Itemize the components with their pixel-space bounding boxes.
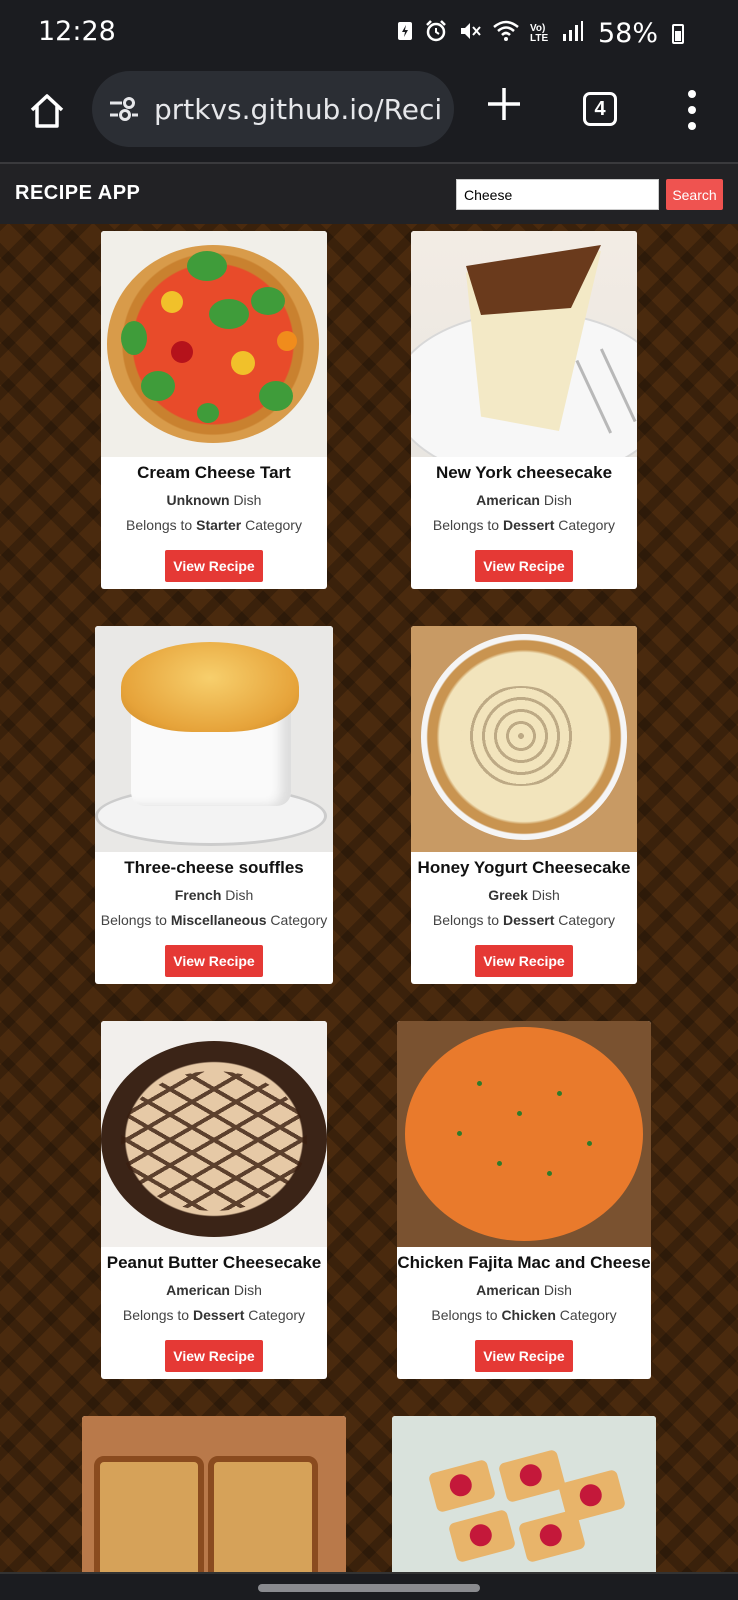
- recipe-card: Peanut Butter Cheesecake American Dish B…: [101, 1021, 327, 1379]
- recipe-area: Unknown Dish: [166, 492, 262, 508]
- recipe-area: French Dish: [174, 887, 254, 903]
- app-header: RECIPE APP Search: [0, 162, 738, 224]
- recipe-image[interactable]: [392, 1416, 656, 1572]
- recipe-title: New York cheesecake: [435, 463, 613, 482]
- recipe-image[interactable]: [411, 626, 637, 852]
- recipe-card: [392, 1416, 656, 1572]
- recipe-image[interactable]: [101, 231, 327, 457]
- recipe-image[interactable]: [411, 231, 637, 457]
- view-recipe-button[interactable]: View Recipe: [165, 945, 263, 977]
- recipe-card: Honey Yogurt Cheesecake Greek Dish Belon…: [411, 626, 637, 984]
- recipe-card: Three-cheese souffles French Dish Belong…: [95, 626, 333, 984]
- recipe-area: Greek Dish: [488, 887, 560, 903]
- status-icons: Vo) LTE 58%: [396, 18, 684, 49]
- recipe-image[interactable]: [82, 1416, 346, 1572]
- recipe-image[interactable]: [101, 1021, 327, 1247]
- recipe-card: [82, 1416, 346, 1572]
- recipe-title: Peanut Butter Cheesecake: [106, 1253, 322, 1272]
- menu-dot: [688, 90, 696, 98]
- recipe-title: Chicken Fajita Mac and Cheese: [397, 1253, 651, 1272]
- recipe-image[interactable]: [95, 626, 333, 852]
- recipe-title: Cream Cheese Tart: [137, 463, 291, 482]
- home-button[interactable]: [22, 86, 72, 136]
- browser-toolbar: prtkvs.github.io/Reci 4: [0, 66, 738, 162]
- view-recipe-button[interactable]: View Recipe: [475, 550, 573, 582]
- view-recipe-button[interactable]: View Recipe: [165, 1340, 263, 1372]
- recipe-title: Three-cheese souffles: [124, 858, 304, 877]
- alarm-icon: [424, 19, 448, 49]
- menu-dot: [688, 122, 696, 130]
- plus-icon: [488, 88, 520, 120]
- recipe-card: Cream Cheese Tart Unknown Dish Belongs t…: [101, 231, 327, 589]
- signal-icon: [562, 20, 584, 48]
- recipe-category: Belongs to Starter Category: [126, 517, 302, 533]
- battery-saver-icon: [396, 20, 414, 48]
- view-recipe-button[interactable]: View Recipe: [475, 1340, 573, 1372]
- mute-icon: [458, 19, 482, 49]
- menu-dot: [688, 106, 696, 114]
- recipe-image[interactable]: [397, 1021, 651, 1247]
- recipe-card: New York cheesecake American Dish Belong…: [411, 231, 637, 589]
- system-nav-bar: [0, 1572, 738, 1600]
- recipe-card: Chicken Fajita Mac and Cheese American D…: [397, 1021, 651, 1379]
- recipe-category: Belongs to Dessert Category: [432, 912, 616, 928]
- view-recipe-button[interactable]: View Recipe: [165, 550, 263, 582]
- status-bar: 12:28 Vo) LTE 58%: [0, 0, 738, 66]
- site-settings-icon[interactable]: [108, 94, 140, 124]
- recipe-category: Belongs to Dessert Category: [432, 517, 616, 533]
- url-text: prtkvs.github.io/Reci: [154, 92, 443, 126]
- tab-switcher-button[interactable]: 4: [583, 92, 617, 126]
- recipe-title: Honey Yogurt Cheesecake: [417, 858, 631, 877]
- recipe-area: American Dish: [476, 1282, 572, 1298]
- recipe-category: Belongs to Dessert Category: [122, 1307, 306, 1323]
- recipe-category: Belongs to Chicken Category: [431, 1307, 617, 1323]
- search-input[interactable]: [456, 179, 659, 210]
- new-tab-button[interactable]: [482, 84, 526, 128]
- battery-percent: 58%: [597, 18, 658, 49]
- search-button[interactable]: Search: [666, 179, 723, 210]
- recipe-category: Belongs to Miscellaneous Category: [100, 912, 328, 928]
- address-bar[interactable]: prtkvs.github.io/Reci: [92, 71, 454, 147]
- app-title: RECIPE APP: [15, 182, 141, 204]
- network-type-label: Vo) LTE: [529, 22, 549, 44]
- home-icon: [30, 94, 64, 128]
- wifi-icon: [492, 19, 520, 49]
- status-time: 12:28: [38, 16, 116, 47]
- battery-icon: [672, 23, 684, 44]
- recipe-area: American Dish: [166, 1282, 262, 1298]
- recipe-area: American Dish: [476, 492, 572, 508]
- view-recipe-button[interactable]: View Recipe: [475, 945, 573, 977]
- more-menu-button[interactable]: [680, 90, 704, 130]
- recipe-grid: Cream Cheese Tart Unknown Dish Belongs t…: [0, 224, 738, 1572]
- gesture-handle[interactable]: [258, 1584, 480, 1592]
